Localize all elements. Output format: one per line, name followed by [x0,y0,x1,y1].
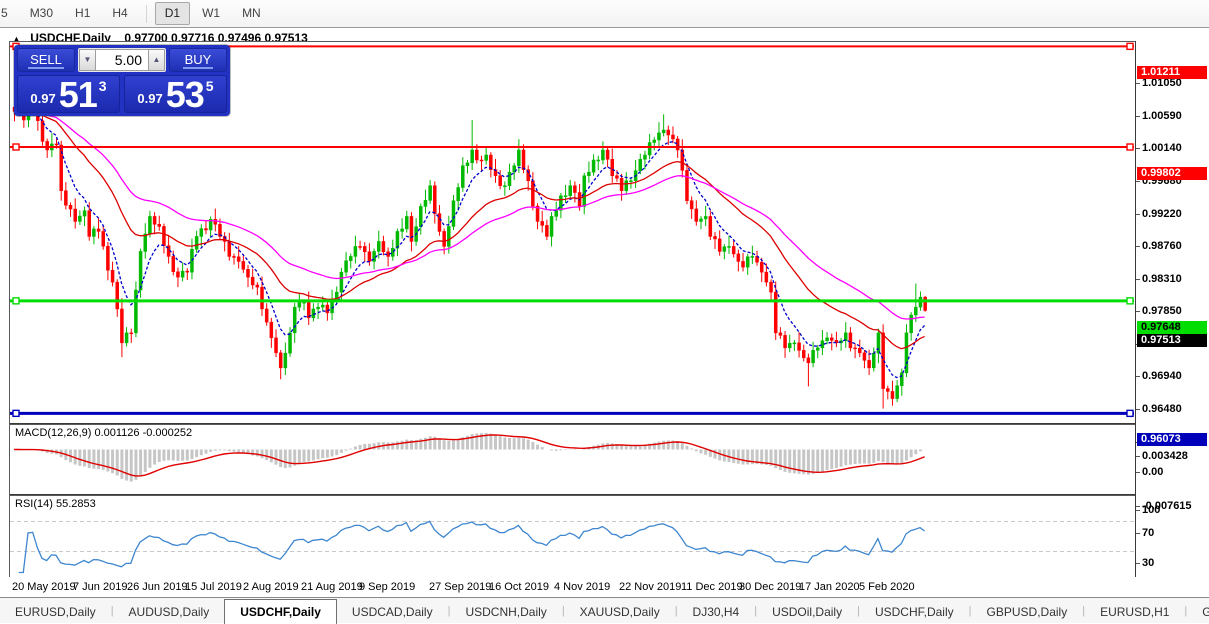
date-tick-label: 5 Feb 2020 [859,581,915,593]
timeframe-button-5[interactable]: 5 [0,2,18,25]
date-tick-label: 2 Aug 2019 [243,581,299,593]
chart-tab-gbpaud-h1[interactable]: GBPAUD,H1 [1187,601,1209,623]
chart-window: ▲ USDCHF,Daily 0.97700 0.97716 0.97496 0… [0,27,1209,598]
date-tick-label: 30 Dec 2019 [739,581,802,593]
price-tick: 1.00590 [1136,109,1182,122]
chart-tab-usdoil-daily[interactable]: USDOil,Daily [757,601,857,623]
date-tick-label: 17 Jan 2020 [799,581,860,593]
timeframe-button-D1[interactable]: D1 [154,2,191,25]
chart-tab-usdchf-daily[interactable]: USDCHF,Daily [224,599,337,624]
price-tick: 0.98310 [1136,272,1182,285]
date-tick-label: 15 Jul 2019 [185,581,242,593]
date-axis[interactable]: 20 May 2019 7 Jun 2019 26 Jun 2019 15 Jul 2… [9,577,1209,598]
rsi-label: RSI(14) 55.2853 [15,498,96,510]
chart-tab-audusd-daily[interactable]: AUDUSD,Daily [114,601,225,623]
rsi-tick: 100 [1135,504,1161,516]
date-tick-label: 27 Sep 2019 [429,581,492,593]
timeframe-button-M30[interactable]: M30 [20,2,63,25]
date-tick-label: 9 Sep 2019 [359,581,416,593]
volume-decrease-button[interactable]: ▼ [79,49,96,71]
timeframe-button-MN[interactable]: MN [232,2,271,25]
macd-label: MACD(12,26,9) 0.001126 -0.000252 [15,427,193,439]
sell-price-display[interactable]: 0.97 51 3 [17,75,120,113]
price-tick: 0.99220 [1136,207,1182,220]
toolbar-separator [145,4,147,23]
price-tick: 0.98760 [1136,240,1182,253]
date-tick-label: 21 Aug 2019 [301,581,363,593]
timeframe-button-W1[interactable]: W1 [192,2,230,25]
date-tick-label: 26 Jun 2019 [127,581,188,593]
date-tick-label: 11 Dec 2019 [681,581,743,593]
price-axis[interactable]: 1.01050 1.00590 1.00140 0.99680 0.99220 0.987… [1135,41,1209,591]
chart-tab-bar: EURUSD,Daily | AUDUSD,Daily USDCHF,Daily USD… [0,597,1209,624]
date-tick-label: 4 Nov 2019 [554,581,611,593]
current-price-badge: 0.97513 [1137,333,1207,347]
timeframe-toolbar: 5 M30 H1 H4 D1 W1 MN [0,0,1209,28]
volume-spinner: ▼ 5.00 ▲ [78,48,166,72]
price-tick: 0.96480 [1136,403,1182,416]
chart-tab-usdchf-daily[interactable]: USDCHF,Daily [860,601,969,623]
date-tick-label: 22 Nov 2019 [619,581,682,593]
date-tick-label: 20 May 2019 [12,581,76,593]
volume-increase-button[interactable]: ▲ [148,49,165,71]
rsi-tick: 30 [1135,556,1155,569]
hline-price-badge: 0.99802 [1137,167,1207,180]
rsi-panel[interactable]: RSI(14) 55.2853 [9,495,1137,580]
hline-price-badge: 0.97648 [1137,320,1207,334]
sell-button[interactable]: SELL [17,48,75,72]
date-tick-label: 16 Oct 2019 [489,581,549,593]
one-click-trading-panel: SELL ▼ 5.00 ▲ BUY 0.97 51 3 0.97 53 5 [14,45,230,116]
chart-tab-xauusd-daily[interactable]: XAUUSD,Daily [565,601,675,623]
buy-button[interactable]: BUY [169,48,227,72]
hline-price-badge: 1.01211 [1137,66,1207,80]
price-tick: 1.00140 [1136,141,1182,154]
price-tick: 0.96940 [1136,370,1182,383]
macd-panel[interactable]: MACD(12,26,9) 0.001126 -0.000252 [9,424,1137,496]
buy-price-display[interactable]: 0.97 53 5 [124,75,227,113]
hline-price-badge: 0.96073 [1137,433,1207,447]
macd-tick: 0.00 [1135,466,1164,478]
chart-tab-gbpusd-daily[interactable]: GBPUSD,Daily [972,601,1083,623]
price-tick: 0.97850 [1136,305,1182,318]
timeframe-button-H4[interactable]: H4 [102,2,137,25]
chart-tab-usdcad-daily[interactable]: USDCAD,Daily [337,601,448,623]
chart-tab-dj30-h4[interactable]: DJ30,H4 [678,601,755,623]
chart-tab-eurusd-h1[interactable]: EURUSD,H1 [1085,601,1184,623]
macd-tick: 0.003428 [1136,450,1188,463]
date-tick-label: 7 Jun 2019 [73,581,128,593]
chart-tab-eurusd-daily[interactable]: EURUSD,Daily [0,601,111,623]
rsi-tick: 70 [1135,526,1155,539]
timeframe-button-H1[interactable]: H1 [65,2,100,25]
volume-input[interactable]: 5.00 [96,49,148,71]
rsi-chart [10,520,1134,574]
chart-tab-usdcnh-daily[interactable]: USDCNH,Daily [450,601,561,623]
